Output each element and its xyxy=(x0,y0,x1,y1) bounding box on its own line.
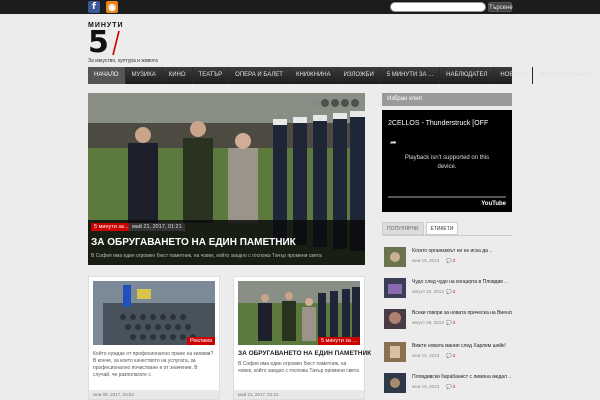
nav-item-theatre[interactable]: Театър xyxy=(193,67,230,84)
list-item-title[interactable]: Вижте новата мания след Харлем шейк! xyxy=(412,343,512,349)
nav-item-home[interactable]: Начало xyxy=(88,67,126,84)
search-button[interactable]: Търсене xyxy=(488,2,513,12)
comment-count: 💬 2 xyxy=(446,384,456,389)
list-item-title[interactable]: Пловдивски барабанист с лимона медал .. xyxy=(412,374,512,380)
comment-count-value: 2 xyxy=(452,289,456,294)
list-item-date: август 22, 2013 xyxy=(412,289,444,294)
card-badge[interactable]: Реклама xyxy=(186,337,215,345)
slider-dot[interactable] xyxy=(341,99,349,107)
card-excerpt: В София има един огромен бюст паметник, … xyxy=(238,361,359,374)
nav-item-music[interactable]: Музика xyxy=(126,67,163,84)
logo-number: 5 xyxy=(88,25,109,60)
card-image[interactable]: 5 минути за ... xyxy=(238,281,360,345)
article-card: 5 минути за ... За обругаването на един … xyxy=(233,276,371,400)
slider-dots xyxy=(311,99,359,107)
main-nav: Начало Музика Кино Театър Опера и балет … xyxy=(88,67,594,84)
video-message-line: device. xyxy=(437,164,457,170)
card-badge[interactable]: 5 минути за ... xyxy=(317,337,360,345)
slide-category[interactable]: 5 минути за ... xyxy=(91,223,134,231)
slider-dot[interactable] xyxy=(331,99,339,107)
list-item-date: юни 15, 2013 xyxy=(412,258,440,263)
list-thumbnail[interactable] xyxy=(384,278,406,298)
list-item[interactable]: Пловдивски барабанист с лимона медал .. … xyxy=(382,371,512,397)
nav-item-submit-news[interactable]: Изпрати новина xyxy=(533,67,600,84)
video-progress-bar[interactable] xyxy=(388,196,506,198)
list-item-title[interactable]: Всеки говори за новата прическа на Виенс… xyxy=(412,310,512,316)
nav-item-books[interactable]: Книжнина xyxy=(290,67,338,84)
rss-icon[interactable]: ◉ xyxy=(106,1,118,13)
list-item[interactable]: Всеки говори за новата прическа на Виенс… xyxy=(382,307,512,333)
list-item-title[interactable]: Когато организмът ни не иска да .. xyxy=(412,248,512,254)
logo-tagline: За изкуство, култура и живота xyxy=(88,58,158,64)
card-date: май 21, 2017, 01:21 xyxy=(234,390,364,399)
card-title[interactable]: За обругаването на един паметник xyxy=(238,350,371,357)
comment-count: 💬 2 xyxy=(446,353,456,358)
list-thumbnail[interactable] xyxy=(384,247,406,267)
youtube-logo[interactable]: YouTube xyxy=(481,201,506,207)
logo-slash-icon xyxy=(112,30,120,56)
video-message-line: Playback isn't supported on this xyxy=(404,155,490,161)
comment-count: 💬 2 xyxy=(446,258,456,263)
slide-date: май 21, 2017, 01:21 xyxy=(129,223,185,231)
list-item-date: юни 19, 2013 xyxy=(412,384,440,389)
list-item-date: август 09, 2013 xyxy=(412,320,444,325)
article-card: Реклама Който нуждае от професионално пр… xyxy=(88,276,220,400)
card-date: юни 08, 2017, 03:52 xyxy=(89,390,219,399)
list-thumbnail[interactable] xyxy=(384,309,406,329)
slide-title[interactable]: За обругаването на един паметник xyxy=(91,237,296,248)
nav-item-news[interactable]: Новини xyxy=(494,67,534,84)
comment-count-value: 2 xyxy=(452,353,456,358)
slider-dot[interactable] xyxy=(321,99,329,107)
site-logo[interactable]: МИНУТИ 5 За изкуство, култура и живота xyxy=(88,22,178,66)
nav-item-5min[interactable]: 5 минути за ... xyxy=(381,67,441,84)
comment-count: 💬 2 xyxy=(446,320,456,325)
list-thumbnail[interactable] xyxy=(384,342,406,362)
top-bar: f ◉ ⌕ Търсене xyxy=(0,0,600,14)
list-item[interactable]: Вижте новата мания след Харлем шейк! юни… xyxy=(382,340,512,366)
list-item[interactable]: Чудо след чудо на концерта в Пловдив .. … xyxy=(382,276,512,302)
slide-caption: 5 минути за ... май 21, 2017, 01:21 За о… xyxy=(88,220,365,265)
search-input[interactable] xyxy=(390,2,486,12)
nav-item-opera[interactable]: Опера и балет xyxy=(229,67,290,84)
facebook-icon[interactable]: f xyxy=(88,1,100,13)
slider-dot[interactable] xyxy=(311,99,319,107)
video-player[interactable]: 2CELLOS - Thunderstruck [OFF ➦ Playback … xyxy=(382,110,512,212)
tab-popular[interactable]: Популярни xyxy=(382,222,424,235)
sidebar-tabs: Популярни Етикети xyxy=(382,222,512,236)
sidebar-heading: Избран клип xyxy=(382,93,512,106)
video-title[interactable]: 2CELLOS - Thunderstruck [OFF xyxy=(388,120,488,127)
list-item-title[interactable]: Чудо след чудо на концерта в Пловдив .. xyxy=(412,279,512,285)
nav-item-observer[interactable]: Наблюдател xyxy=(440,67,495,84)
comment-count-value: 2 xyxy=(452,320,456,325)
nav-item-exhibitions[interactable]: Изложби xyxy=(338,67,381,84)
share-icon[interactable]: ➦ xyxy=(390,138,397,147)
list-item[interactable]: Когато организмът ни не иска да .. юни 1… xyxy=(382,245,512,271)
list-item-date: юни 14, 2013 xyxy=(412,353,440,358)
slide-excerpt: В София има един огромен бюст паметник, … xyxy=(91,253,322,259)
comment-count: 💬 2 xyxy=(446,289,456,294)
slider-dot[interactable] xyxy=(351,99,359,107)
card-excerpt: Който нуждае от професионално пране на к… xyxy=(93,351,214,378)
featured-slider[interactable]: 5 минути за ... май 21, 2017, 01:21 За о… xyxy=(88,93,365,265)
comment-count-value: 2 xyxy=(452,258,456,263)
comment-count-value: 2 xyxy=(452,384,456,389)
list-thumbnail[interactable] xyxy=(384,373,406,393)
video-message: Playback isn't supported on this device. xyxy=(382,154,512,172)
tab-tags[interactable]: Етикети xyxy=(425,222,459,235)
card-image[interactable]: Реклама xyxy=(93,281,215,345)
nav-item-cinema[interactable]: Кино xyxy=(163,67,193,84)
